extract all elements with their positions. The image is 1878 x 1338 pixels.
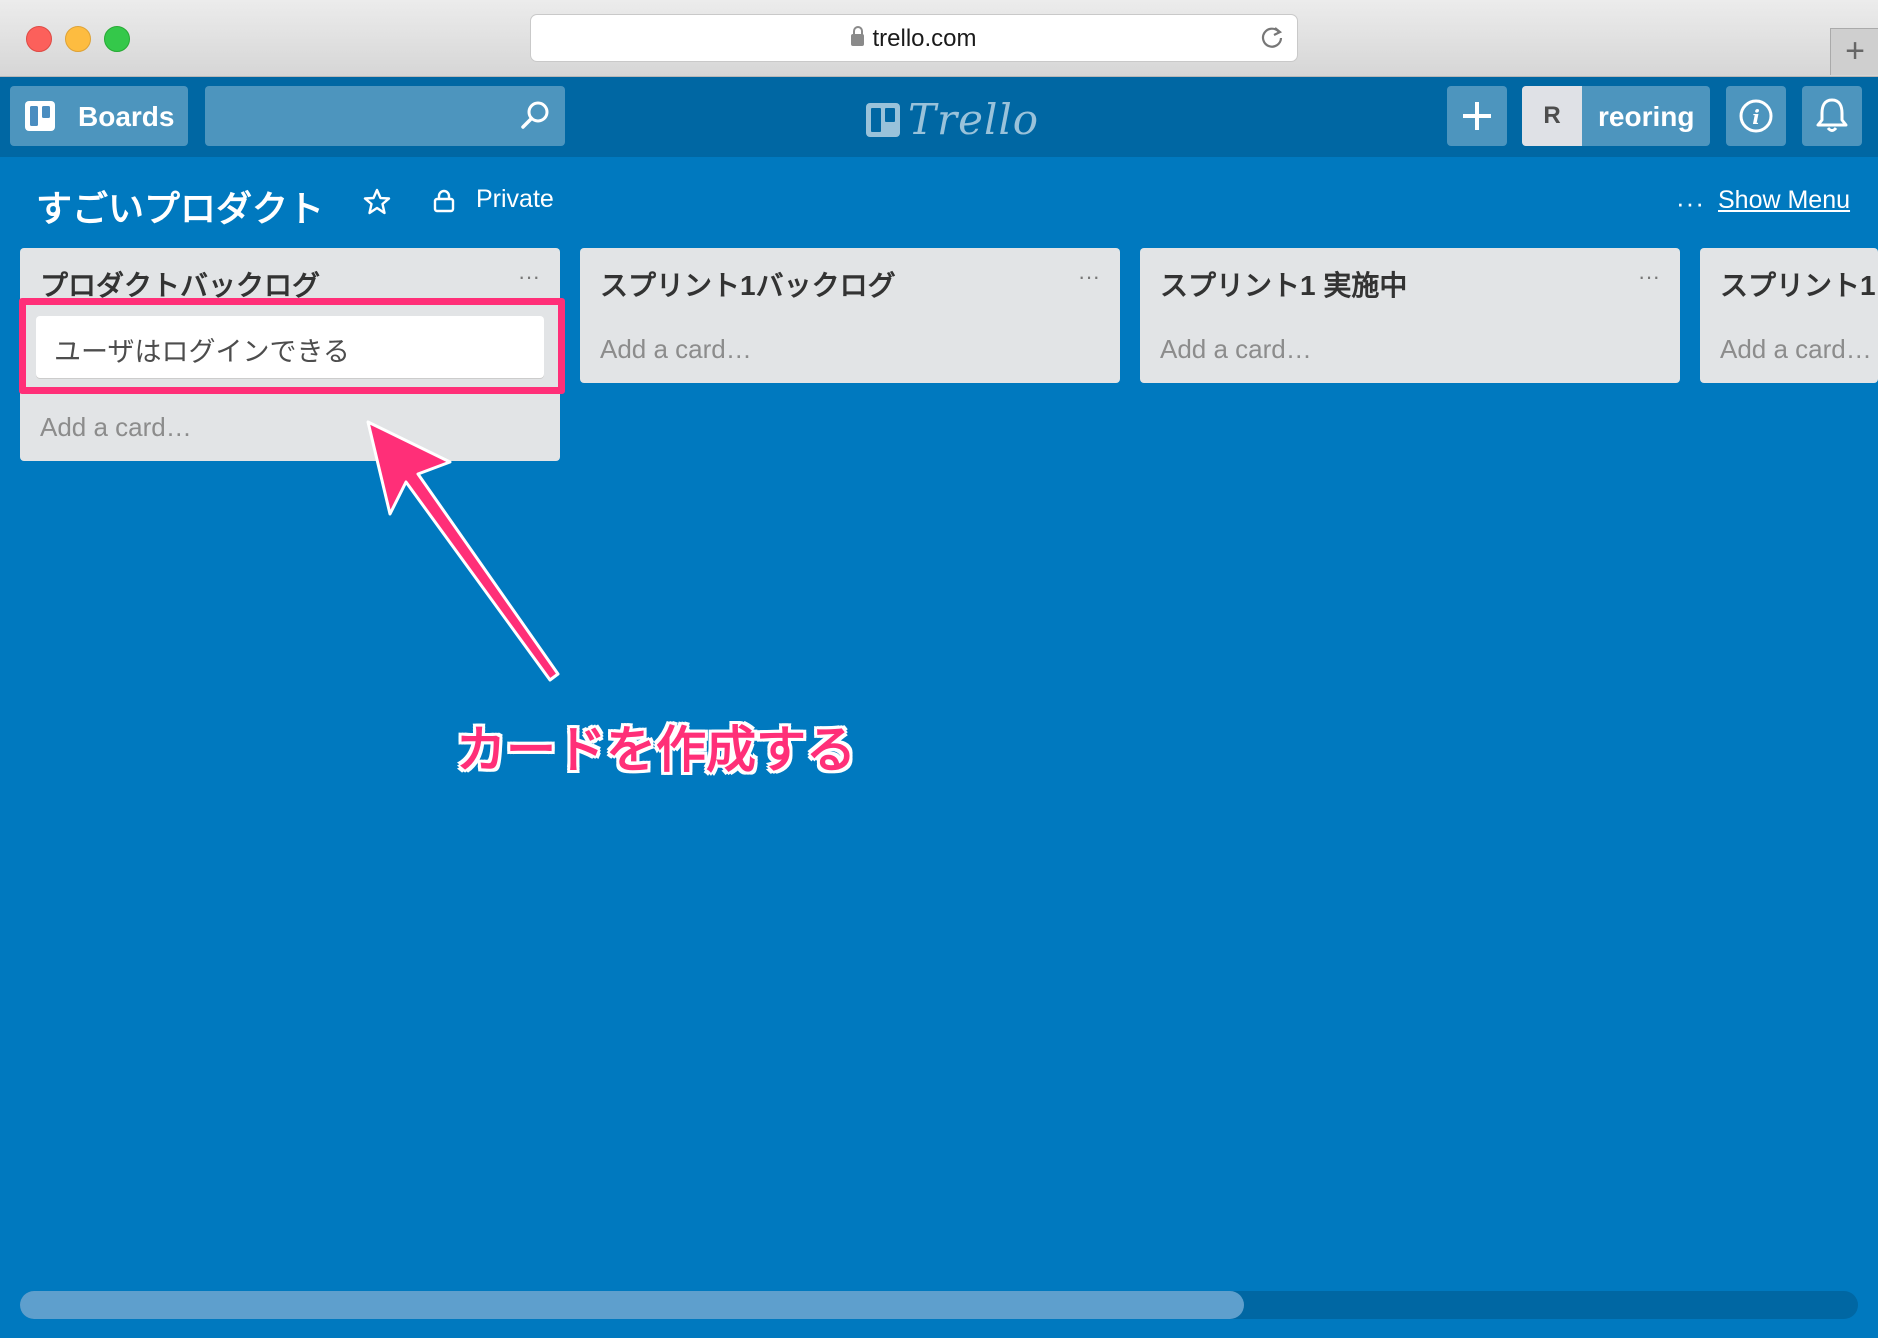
zoom-window-button[interactable] [104, 26, 130, 52]
list-sprint1-in-progress: スプリント1 実施中 ··· Add a card… [1140, 248, 1680, 383]
trello-logo-text: Trello [908, 95, 1040, 144]
avatar: R [1522, 86, 1582, 146]
list-title[interactable]: スプリント1 実施中 [1160, 264, 1407, 304]
annotation-callout: カードを作成する [456, 722, 856, 778]
info-icon: i [1739, 99, 1773, 133]
add-card-button[interactable]: Add a card… [40, 412, 192, 443]
search-input[interactable] [205, 86, 565, 146]
address-bar[interactable]: trello.com [530, 14, 1298, 62]
reload-icon[interactable] [1259, 24, 1285, 50]
list-menu-icon[interactable]: ··· [1638, 264, 1660, 290]
add-button[interactable] [1447, 86, 1507, 146]
annotation-arrow [366, 420, 560, 682]
boards-icon [25, 101, 55, 131]
browser-toolbar: trello.com + [0, 0, 1878, 77]
plus-icon: + [1845, 32, 1865, 70]
list-sprint1-backlog: スプリント1バックログ ··· Add a card… [580, 248, 1120, 383]
notifications-button[interactable] [1802, 86, 1862, 146]
trello-logo[interactable]: Trello [862, 93, 1038, 144]
show-menu-link[interactable]: Show Menu [1718, 186, 1850, 215]
scrollbar-thumb[interactable] [20, 1291, 1244, 1319]
lock-icon [433, 189, 455, 213]
plus-icon [1463, 102, 1491, 130]
highlight-box [19, 298, 565, 394]
username: reoring [1598, 101, 1695, 132]
board-title[interactable]: すごいプロダクト [36, 180, 324, 232]
add-card-button[interactable]: Add a card… [1720, 334, 1872, 365]
add-card-button[interactable]: Add a card… [1160, 334, 1312, 365]
list-sprint1: スプリント1 Add a card… [1700, 248, 1878, 383]
star-icon[interactable] [362, 187, 392, 217]
list-title[interactable]: スプリント1バックログ [600, 264, 896, 304]
list-menu-icon[interactable]: ··· [1078, 264, 1100, 290]
svg-text:i: i [1752, 105, 1760, 129]
boards-label: Boards [78, 101, 175, 132]
member-menu-button[interactable]: R reoring [1522, 86, 1710, 146]
list-title[interactable]: スプリント1 [1720, 264, 1876, 304]
boards-button[interactable]: Boards [10, 86, 188, 146]
add-card-button[interactable]: Add a card… [600, 334, 752, 365]
close-window-button[interactable] [26, 26, 52, 52]
minimize-window-button[interactable] [65, 26, 91, 52]
new-tab-button[interactable]: + [1830, 28, 1878, 75]
trello-logo-icon [866, 103, 900, 137]
lock-icon [851, 26, 865, 46]
list-menu-icon[interactable]: ··· [518, 264, 540, 290]
more-icon[interactable]: ··· [1676, 188, 1705, 219]
privacy-label: Private [476, 185, 554, 213]
bell-icon [1816, 98, 1848, 132]
search-icon [521, 101, 549, 129]
url-text: trello.com [872, 25, 977, 52]
app-header: Boards Trello R reoring i [0, 77, 1878, 157]
info-button[interactable]: i [1726, 86, 1786, 146]
